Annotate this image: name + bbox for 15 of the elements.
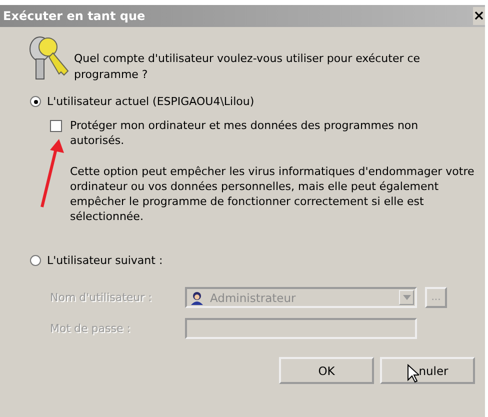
cancel-button[interactable]: nuler bbox=[380, 357, 475, 384]
checkbox[interactable] bbox=[50, 120, 62, 132]
window-title: Exécuter en tant que bbox=[3, 9, 146, 23]
username-label: Nom d'utilisateur : bbox=[50, 291, 153, 304]
checkbox-label: Protéger mon ordinateur et mes données des programmes non autorisés. bbox=[70, 118, 420, 148]
dropdown-arrow-icon bbox=[402, 295, 410, 300]
ok-button[interactable]: OK bbox=[279, 357, 374, 384]
question-text: Quel compte d'utilisateur voulez-vous utiliser pour exécuter ce programme ? bbox=[74, 51, 422, 83]
option-description: Cette option peut empêcher les virus informatiques d'endommager votre ordinateur ou vos données personnelles, mais elle peut également empêcher le programme de fonctionner correctement si elle est sélectionnée. bbox=[70, 164, 475, 224]
radio-option[interactable]: L'utilisateur actuel (ESPIGAOU4\Lilou) bbox=[30, 95, 254, 108]
radio-option[interactable]: L'utilisateur suivant : bbox=[30, 254, 163, 267]
close-button[interactable]: × bbox=[473, 7, 485, 25]
user-icon bbox=[190, 290, 204, 304]
password-label: Mot de passe : bbox=[50, 322, 132, 335]
mouse-cursor-icon bbox=[406, 364, 419, 383]
